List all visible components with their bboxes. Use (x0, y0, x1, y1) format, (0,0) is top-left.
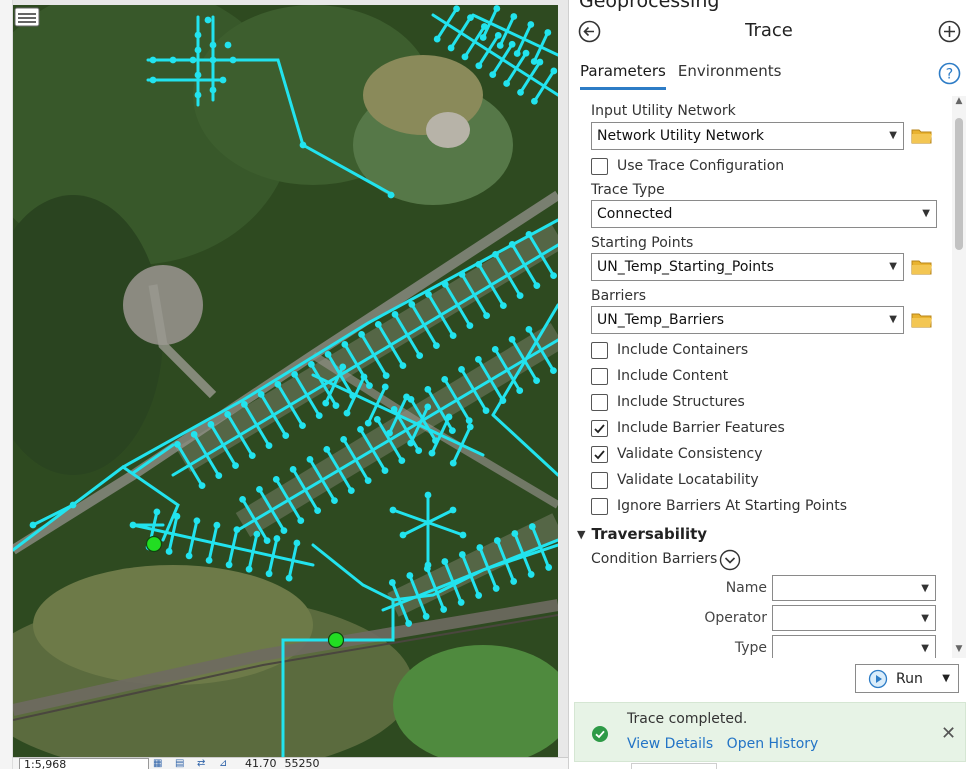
checkbox-label: Validate Consistency (617, 446, 763, 462)
input-network-label: Input Utility Network (591, 103, 736, 119)
checkbox-box[interactable] (591, 157, 608, 175)
close-icon[interactable]: ✕ (941, 723, 956, 744)
operator-label: Operator (704, 610, 767, 626)
input-network-select[interactable]: Network Utility Network ▼ (591, 122, 904, 150)
pane-title: Geoprocessing (579, 0, 720, 12)
chevron-down-icon[interactable]: ▼ (942, 673, 950, 684)
chevron-down-icon: ▼ (889, 314, 897, 325)
operator-select[interactable]: ▼ (772, 605, 936, 631)
type-label: Type (734, 640, 767, 656)
run-label: Run (896, 670, 923, 687)
selected-count: 55250 (284, 757, 320, 769)
chevron-down-icon: ▼ (921, 583, 929, 594)
chevron-down-icon: ▼ (889, 130, 897, 141)
folder-icon[interactable] (911, 258, 933, 276)
constraint-icon[interactable]: ⊿ (219, 758, 237, 769)
pane-tabs: Parameters Environments (580, 62, 793, 90)
svg-text:?: ? (946, 67, 953, 83)
chevron-down-icon: ▼ (889, 261, 897, 272)
trace-type-value: Connected (597, 206, 673, 222)
message-text: Trace completed. (627, 711, 748, 727)
message-links: View Details Open History (627, 736, 827, 752)
parameters-scrollbar[interactable]: ▲ ▼ (952, 96, 966, 658)
check-circle-icon (592, 726, 608, 742)
scroll-up-icon[interactable]: ▲ (952, 96, 966, 110)
checkbox-label: Ignore Barriers At Starting Points (617, 498, 848, 514)
include-structures-checkbox[interactable]: Include Structures (591, 392, 745, 412)
checkmark-icon (594, 449, 605, 459)
geoprocessing-pane: Geoprocessing Trace Parameters Environme… (568, 0, 968, 769)
scroll-down-icon[interactable]: ▼ (952, 644, 966, 658)
condition-barriers-label: Condition Barriers (591, 551, 718, 567)
coordinate-readout: 41.70 (245, 757, 277, 769)
map-canvas[interactable] (13, 5, 558, 757)
snapping-icon[interactable]: ⇄ (197, 758, 215, 769)
checkbox-box[interactable] (591, 471, 608, 489)
ignore-barriers-checkbox[interactable]: Ignore Barriers At Starting Points (591, 496, 847, 516)
include-containers-checkbox[interactable]: Include Containers (591, 340, 748, 360)
checkbox-label: Validate Locatability (617, 472, 759, 488)
barriers-label: Barriers (591, 288, 647, 304)
add-circle-icon[interactable] (938, 20, 961, 43)
starting-points-value: UN_Temp_Starting_Points (597, 259, 774, 275)
include-content-checkbox[interactable]: Include Content (591, 366, 728, 386)
validate-consistency-checkbox[interactable]: Validate Consistency (591, 444, 763, 464)
checkbox-box[interactable] (591, 497, 608, 515)
grid-icon[interactable]: ▦ (153, 758, 171, 769)
tool-title: Trace (745, 20, 793, 41)
folder-icon[interactable] (911, 127, 933, 145)
barriers-value: UN_Temp_Barriers (597, 312, 725, 328)
expand-chevron-icon[interactable] (719, 549, 741, 571)
folder-icon[interactable] (911, 311, 933, 329)
input-network-value: Network Utility Network (597, 128, 764, 144)
scroll-thumb[interactable] (955, 118, 963, 250)
parameters-panel: Input Utility Network Network Utility Ne… (569, 96, 952, 658)
checkbox-box[interactable] (591, 341, 608, 359)
checkbox-box[interactable] (591, 445, 608, 463)
trace-type-select[interactable]: Connected ▼ (591, 200, 937, 228)
tab-environments[interactable]: Environments (678, 62, 782, 90)
checkbox-label: Include Barrier Features (617, 420, 785, 436)
trace-type-label: Trace Type (591, 182, 665, 198)
chevron-down-icon: ▼ (922, 208, 930, 219)
use-trace-config-checkbox[interactable]: Use Trace Configuration (591, 156, 784, 176)
status-message: Trace completed. View Details Open Histo… (574, 702, 966, 762)
overview-toggle-icon[interactable] (13, 5, 41, 29)
open-history-link[interactable]: Open History (727, 736, 819, 752)
tab-parameters[interactable]: Parameters (580, 62, 666, 90)
scale-input[interactable]: 1:5,968 (19, 758, 149, 769)
name-label: Name (725, 580, 767, 596)
type-select[interactable]: ▼ (772, 635, 936, 658)
run-button[interactable]: Run ▼ (855, 664, 959, 693)
use-trace-config-label: Use Trace Configuration (617, 158, 785, 174)
play-icon (868, 669, 888, 688)
checkbox-label: Include Content (617, 368, 729, 384)
help-icon[interactable]: ? (938, 62, 961, 85)
include-barrier-features-checkbox[interactable]: Include Barrier Features (591, 418, 785, 438)
checkbox-label: Include Structures (617, 394, 745, 410)
checkbox-box[interactable] (591, 393, 608, 411)
map-left-strip (0, 0, 13, 769)
traversability-title: Traversability (591, 525, 708, 543)
name-select[interactable]: ▼ (772, 575, 936, 601)
map-view[interactable]: 1:5,968 ▦ ▤ ⇄ ⊿ 41.70 55250 (0, 0, 568, 769)
chevron-down-icon: ▼ (921, 613, 929, 624)
starting-points-select[interactable]: UN_Temp_Starting_Points ▼ (591, 253, 904, 281)
map-imagery (13, 5, 558, 757)
chevron-down-icon: ▼ (921, 643, 929, 654)
starting-points-label: Starting Points (591, 235, 694, 251)
traversability-section-header[interactable]: ▼ Traversability (577, 525, 707, 543)
checkbox-box[interactable] (591, 367, 608, 385)
checkbox-box[interactable] (591, 419, 608, 437)
pane-bottom-tab[interactable] (631, 763, 717, 769)
view-details-link[interactable]: View Details (627, 736, 713, 752)
barriers-select[interactable]: UN_Temp_Barriers ▼ (591, 306, 904, 334)
table-icon[interactable]: ▤ (175, 758, 193, 769)
checkmark-icon (594, 423, 605, 433)
chevron-down-icon: ▼ (577, 527, 586, 541)
checkbox-label: Include Containers (617, 342, 749, 358)
validate-locatability-checkbox[interactable]: Validate Locatability (591, 470, 759, 490)
map-status-bar: 1:5,968 ▦ ▤ ⇄ ⊿ 41.70 55250 (13, 757, 568, 769)
